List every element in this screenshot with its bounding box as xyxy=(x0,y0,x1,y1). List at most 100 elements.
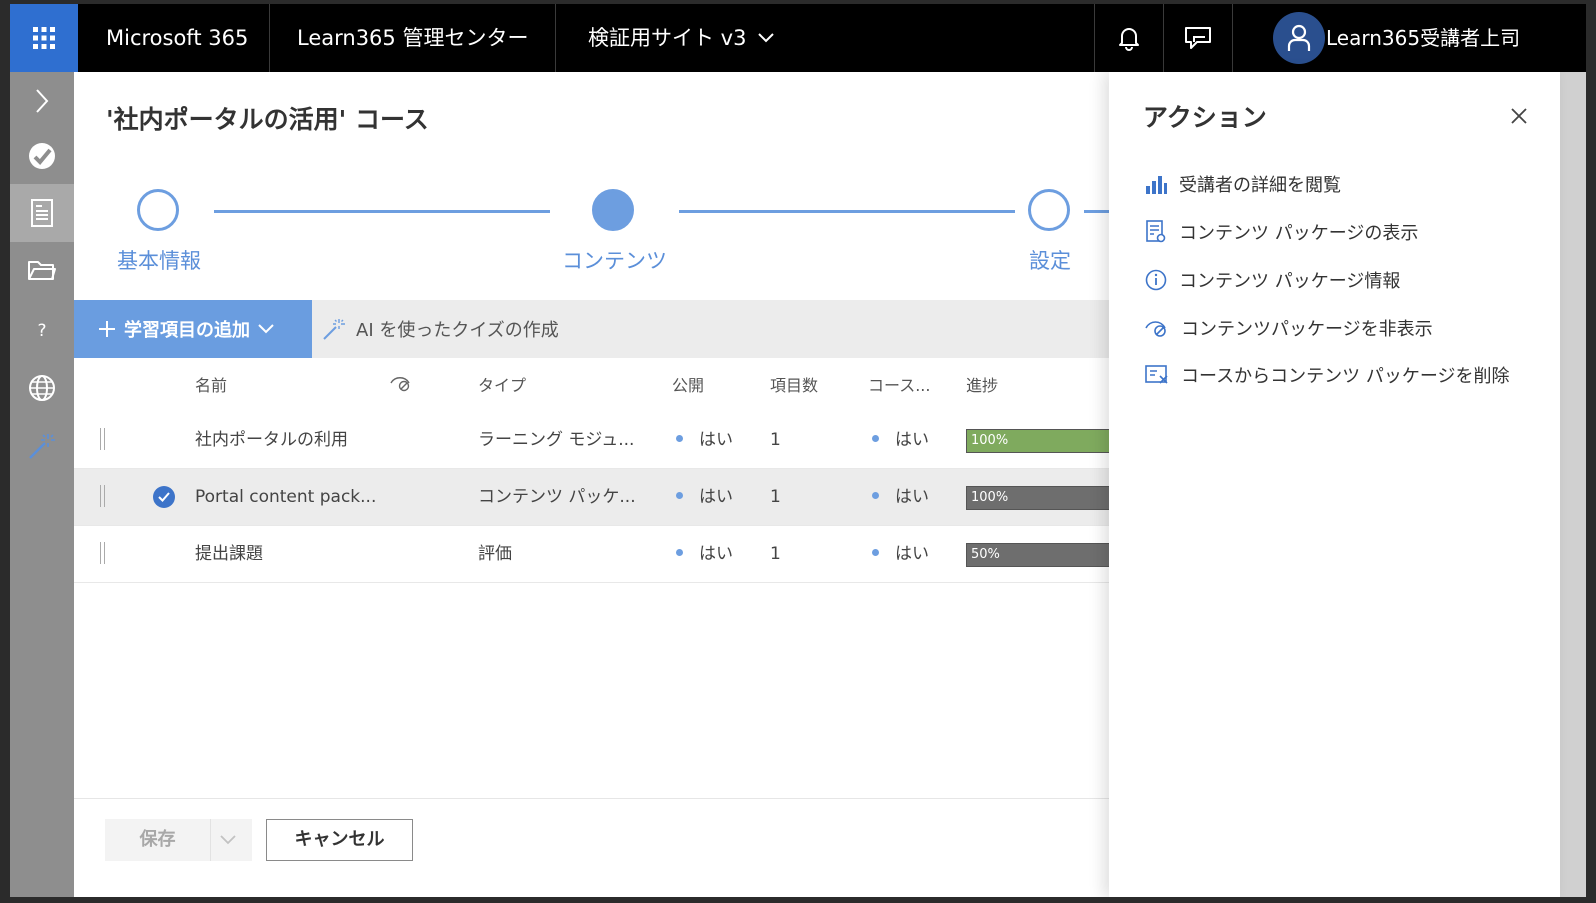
step-1-indicator[interactable] xyxy=(137,189,179,231)
table-row[interactable]: 社内ポータルの利用 ラーニング モジュ... はい 1 はい 100% xyxy=(74,412,1113,469)
row-item-count: 1 xyxy=(770,487,781,507)
row-selected-checkbox[interactable] xyxy=(153,486,175,508)
column-header-course[interactable]: コース... xyxy=(868,372,930,396)
rail-item-home[interactable] xyxy=(10,127,74,185)
rail-item-files[interactable] xyxy=(10,241,74,299)
row-published-value: はい xyxy=(699,544,733,564)
avatar[interactable] xyxy=(1273,12,1325,64)
column-header-item-count[interactable]: 項目数 xyxy=(770,372,818,396)
divider xyxy=(555,4,556,72)
status-dot xyxy=(872,548,879,556)
action-hide-content-package[interactable]: コンテンツパッケージを非表示 xyxy=(1145,314,1433,342)
progress-label: 100% xyxy=(971,433,1009,448)
row-course-value: はい xyxy=(895,544,929,564)
add-learning-item-button[interactable]: 学習項目の追加 xyxy=(74,300,312,358)
drag-handle[interactable] xyxy=(100,542,105,564)
brand-link[interactable]: Microsoft 365 xyxy=(106,4,248,72)
row-name[interactable]: Portal content pack... xyxy=(195,469,376,525)
action-view-content-package[interactable]: コンテンツ パッケージの表示 xyxy=(1145,218,1418,246)
column-header-progress[interactable]: 進捗 xyxy=(966,372,998,396)
row-published: はい xyxy=(676,469,733,525)
rail-item-language[interactable] xyxy=(10,359,74,417)
magic-wand-icon xyxy=(29,434,55,459)
column-header-visibility[interactable] xyxy=(390,374,412,396)
row-course: はい xyxy=(872,469,929,525)
save-label: 保存 xyxy=(139,829,176,850)
rail-item-help[interactable]: ? xyxy=(10,302,74,360)
ai-quiz-label: AI を使ったクイズの作成 xyxy=(356,320,559,341)
close-icon[interactable] xyxy=(1509,106,1529,126)
row-course-value: はい xyxy=(895,430,929,450)
site-selector[interactable]: 検証用サイト v3 xyxy=(588,4,775,72)
row-course: はい xyxy=(872,526,929,582)
view-document-icon xyxy=(1146,220,1166,243)
bar-chart-icon xyxy=(1146,176,1167,194)
bell-icon xyxy=(1119,28,1139,51)
info-icon xyxy=(1145,269,1167,291)
action-view-learner-details[interactable]: 受講者の詳細を閲覧 xyxy=(1145,170,1341,198)
remove-icon xyxy=(1145,365,1168,384)
step-3-label[interactable]: 設定 xyxy=(1029,245,1071,275)
panel-edge xyxy=(1560,72,1586,897)
expand-rail-button[interactable] xyxy=(10,72,74,130)
row-published: はい xyxy=(676,412,733,468)
progress-label: 50% xyxy=(971,547,1000,562)
row-type: コンテンツ パッケ... xyxy=(478,487,636,507)
drag-handle[interactable] xyxy=(100,485,105,507)
waffle-icon xyxy=(33,27,55,49)
status-dot xyxy=(676,434,683,442)
step-3-indicator[interactable] xyxy=(1028,189,1070,231)
person-icon xyxy=(1287,24,1311,51)
feedback-icon xyxy=(1185,27,1211,49)
chevron-right-icon xyxy=(36,89,49,113)
status-dot xyxy=(872,491,879,499)
table-row[interactable]: Portal content pack... コンテンツ パッケ... はい 1… xyxy=(74,469,1113,526)
row-type: 評価 xyxy=(478,544,512,564)
site-selector-label: 検証用サイト v3 xyxy=(588,26,747,50)
step-1-label[interactable]: 基本情報 xyxy=(117,245,201,275)
rail-item-ai[interactable] xyxy=(10,417,74,475)
admin-center-link[interactable]: Learn365 管理センター xyxy=(297,4,528,72)
action-label: コンテンツ パッケージ情報 xyxy=(1179,271,1401,292)
status-dot xyxy=(676,548,683,556)
magic-wand-icon xyxy=(323,319,345,340)
row-published-value: はい xyxy=(699,487,733,507)
table-row[interactable]: 提出課題 評価 はい 1 はい 50% xyxy=(74,526,1113,583)
chevron-down-icon xyxy=(258,324,274,334)
drag-handle[interactable] xyxy=(100,428,105,450)
action-label: コースからコンテンツ パッケージを削除 xyxy=(1181,366,1510,387)
hide-icon xyxy=(1145,321,1166,337)
action-remove-content-package[interactable]: コースからコンテンツ パッケージを削除 xyxy=(1145,361,1509,389)
document-icon xyxy=(31,199,53,227)
rail-item-courses[interactable] xyxy=(10,184,74,242)
divider xyxy=(210,819,211,861)
step-2-indicator[interactable] xyxy=(592,189,634,231)
step-2-label[interactable]: コンテンツ xyxy=(562,245,667,275)
plus-icon xyxy=(99,321,115,337)
user-name[interactable]: Learn365受講者上司 xyxy=(1326,4,1520,72)
ai-quiz-button[interactable]: AI を使ったクイズの作成 xyxy=(322,300,559,358)
notifications-button[interactable] xyxy=(1095,4,1163,72)
action-content-package-info[interactable]: コンテンツ パッケージ情報 xyxy=(1145,266,1400,294)
chevron-down-icon[interactable] xyxy=(220,831,236,847)
progress-label: 100% xyxy=(971,490,1009,505)
cancel-button[interactable]: キャンセル xyxy=(266,819,413,861)
status-dot xyxy=(872,434,879,442)
row-name[interactable]: 提出課題 xyxy=(195,526,263,582)
feedback-button[interactable] xyxy=(1164,4,1232,72)
folder-icon xyxy=(28,261,56,280)
column-header-type[interactable]: タイプ xyxy=(478,372,526,396)
save-button[interactable]: 保存 xyxy=(105,819,252,861)
column-header-published[interactable]: 公開 xyxy=(672,372,704,396)
top-bar: Microsoft 365 Learn365 管理センター 検証用サイト v3 xyxy=(10,4,1586,72)
main-content: '社内ポータルの活用' コース 基本情報 コンテンツ 設定 学習項目の追加 AI… xyxy=(74,72,1113,897)
page-title: '社内ポータルの活用' コース xyxy=(106,105,429,134)
column-header-name[interactable]: 名前 xyxy=(195,372,227,396)
actions-panel: アクション 受講者の詳細を閲覧 コンテンツ パッケージの表示 コンテンツ パッケ… xyxy=(1109,72,1560,897)
row-item-count: 1 xyxy=(770,544,781,564)
app-launcher-button[interactable] xyxy=(10,4,78,72)
action-label: コンテンツ パッケージの表示 xyxy=(1179,223,1419,244)
row-name[interactable]: 社内ポータルの利用 xyxy=(195,412,348,468)
progress-bar: 50% xyxy=(966,543,1113,567)
divider xyxy=(1232,4,1233,72)
